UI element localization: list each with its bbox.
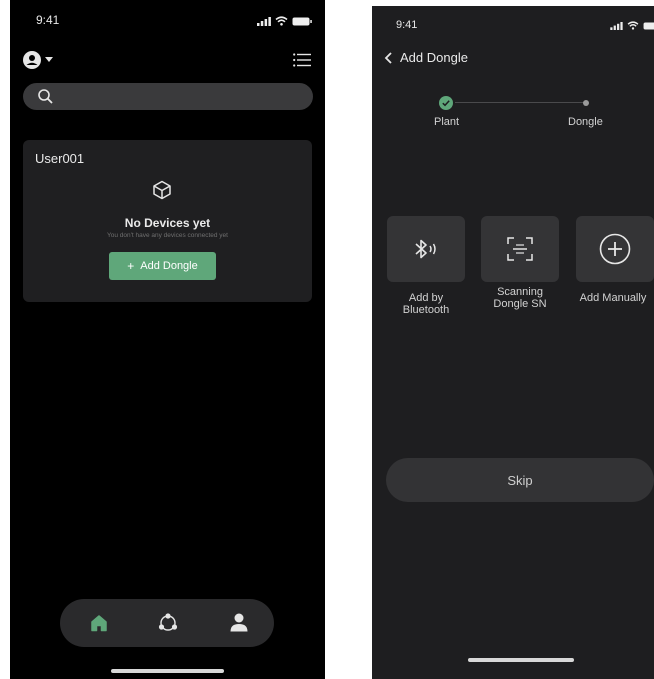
user-name: User001	[35, 151, 85, 166]
search-icon	[38, 89, 53, 104]
step-label-plant: Plant	[434, 116, 460, 128]
signal-icon	[610, 21, 623, 30]
add-by-bluetooth-button[interactable]	[387, 216, 465, 282]
scan-dongle-sn-label: Scanning Dongle SN	[493, 286, 547, 310]
scan-dongle-sn-button[interactable]	[481, 216, 559, 282]
status-icons	[257, 16, 312, 26]
check-circle-icon	[439, 96, 453, 110]
battery-icon	[643, 21, 654, 30]
add-dongle-label: Add Dongle	[140, 260, 198, 272]
battery-icon	[292, 17, 312, 25]
wifi-icon	[275, 16, 288, 26]
avatar-icon	[23, 51, 41, 69]
empty-state-title: No Devices yet	[124, 216, 211, 230]
home-indicator	[111, 669, 224, 673]
box-icon	[153, 180, 171, 200]
home-screen: 9:41 User001 No Devices yet You don't ha…	[10, 0, 325, 679]
step-dot	[583, 100, 589, 106]
scan-icon	[507, 237, 533, 261]
list-menu-icon[interactable]	[293, 53, 311, 67]
network-icon[interactable]	[157, 613, 179, 633]
add-dongle-screen: 9:41 Add Dongle Plant Dongle Add by Blue…	[372, 6, 654, 679]
back-button[interactable]: Add Dongle	[384, 50, 468, 65]
wifi-icon	[627, 21, 639, 30]
add-by-bluetooth-label: Add by Bluetooth	[402, 292, 450, 316]
bottom-nav	[60, 599, 274, 647]
bluetooth-icon	[415, 239, 436, 259]
empty-state-subtitle: You don't have any devices connected yet	[107, 232, 228, 239]
stepper: Plant Dongle	[372, 96, 654, 136]
plus-icon: +	[127, 259, 135, 273]
user-icon[interactable]	[230, 613, 248, 632]
home-indicator	[468, 658, 574, 662]
status-time: 9:41	[36, 13, 60, 27]
signal-icon	[257, 16, 271, 26]
add-manually-label: Add Manually	[579, 292, 647, 304]
chevron-down-icon	[45, 57, 53, 62]
plus-circle-icon	[599, 233, 631, 265]
add-manually-button[interactable]	[576, 216, 654, 282]
device-card: User001 No Devices yet You don't have an…	[23, 140, 312, 302]
skip-label: Skip	[507, 472, 533, 488]
home-icon[interactable]	[90, 614, 108, 632]
chevron-left-icon	[384, 51, 392, 64]
step-label-dongle: Dongle	[568, 116, 603, 128]
stepper-line	[455, 102, 585, 103]
status-time: 9:41	[396, 19, 418, 31]
header-title: Add Dongle	[400, 50, 468, 65]
account-switcher[interactable]	[23, 51, 53, 69]
search-input[interactable]	[23, 83, 313, 110]
add-dongle-button[interactable]: + Add Dongle	[109, 252, 216, 280]
skip-button[interactable]: Skip	[386, 458, 654, 502]
status-icons	[610, 21, 654, 30]
